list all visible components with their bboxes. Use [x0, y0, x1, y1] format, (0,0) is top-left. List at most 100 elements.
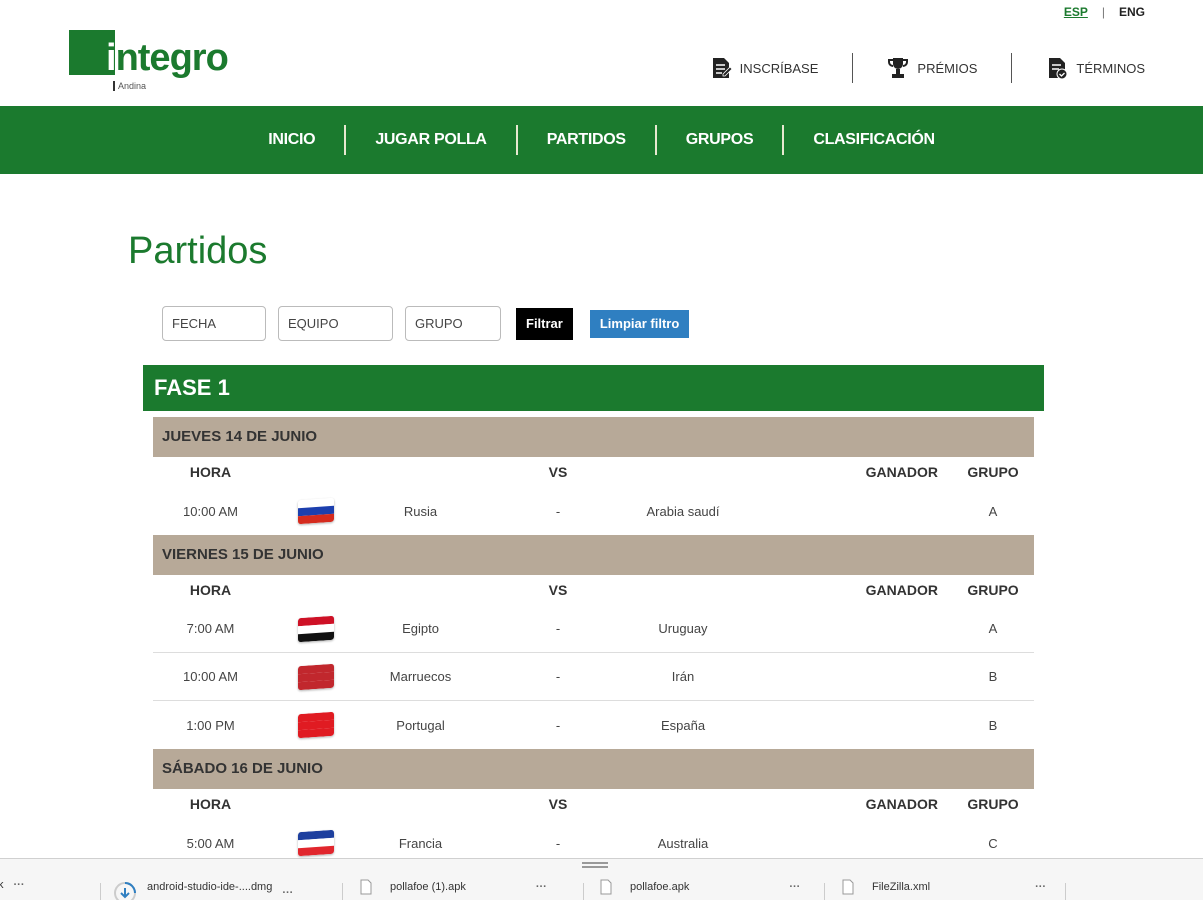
match-group: C	[988, 835, 998, 851]
util-label: INSCRÍBASE	[739, 60, 819, 76]
util-premios-link[interactable]: PRÉMIOS	[853, 56, 1011, 80]
nav-partidos[interactable]: PARTIDOS	[518, 131, 655, 149]
download-item[interactable]: FileZilla.xml ···	[842, 879, 1046, 895]
home-flag-icon	[297, 615, 334, 642]
filter-button[interactable]: Filtrar	[516, 307, 573, 340]
home-team: Rusia	[403, 503, 438, 519]
more-options-icon[interactable]: ···	[14, 879, 25, 891]
download-item[interactable]: pollafoe (1).apk ···	[360, 879, 547, 895]
home-flag-cell	[268, 663, 363, 690]
header-vs: VS	[548, 582, 568, 598]
header-hora: HORA	[189, 464, 232, 480]
util-label: TÉRMINOS	[1076, 60, 1145, 76]
download-bar: k ··· android-studio-ide-....dmg ··· pol…	[0, 858, 1203, 900]
equipo-input[interactable]	[278, 306, 393, 341]
header-hora: HORA	[189, 582, 232, 598]
home-team: Marruecos	[389, 669, 452, 684]
download-divider	[583, 883, 584, 900]
clear-filter-button[interactable]: Limpiar filtro	[589, 309, 690, 338]
column-headers: HORA VS GANADOR GRUPO	[153, 789, 1034, 819]
match-list: JUEVES 14 DE JUNIO HORA VS GANADOR GRUPO 10:0…	[153, 417, 1034, 867]
header-ganador: GANADOR	[865, 582, 938, 598]
match-separator: -	[555, 669, 561, 684]
away-team: España	[660, 717, 706, 733]
download-item[interactable]: android-studio-ide-....dmg ···	[113, 881, 293, 900]
file-icon	[360, 879, 372, 895]
away-team: Uruguay	[658, 621, 708, 636]
home-flag-cell	[268, 829, 363, 857]
main-nav: INICIO JUGAR POLLA PARTIDOS GRUPOS CLASI…	[0, 106, 1203, 174]
home-flag-icon	[297, 711, 334, 739]
home-team: Francia	[398, 835, 443, 851]
match-separator: -	[555, 835, 561, 851]
match-separator: -	[555, 503, 561, 519]
download-progress-icon	[114, 882, 136, 900]
logo-wordmark: integro	[106, 37, 229, 79]
header-grupo: GRUPO	[967, 582, 1019, 598]
download-divider	[342, 883, 343, 900]
match-row: 10:00 AM Marruecos - Irán B	[153, 653, 1034, 701]
match-time: 1:00 PM	[186, 717, 235, 733]
more-options-icon[interactable]: ···	[282, 887, 293, 899]
day-header: SÁBADO 16 DE JUNIO	[153, 749, 1034, 789]
header-grupo: GRUPO	[967, 796, 1019, 812]
file-icon	[600, 879, 612, 895]
filter-bar: Filtrar Limpiar filtro	[162, 306, 690, 341]
match-separator: -	[555, 621, 561, 636]
download-divider	[1065, 883, 1066, 900]
util-terminos-link[interactable]: TÉRMINOS	[1012, 56, 1145, 80]
home-flag-icon	[297, 663, 334, 690]
match-time: 10:00 AM	[183, 669, 238, 684]
phase-header: FASE 1	[143, 365, 1044, 411]
home-team: Portugal	[396, 717, 445, 733]
util-label: PRÉMIOS	[917, 60, 978, 76]
trophy-icon	[888, 58, 909, 78]
nav-jugar-polla[interactable]: JUGAR POLLA	[346, 131, 515, 149]
match-row: 7:00 AM Egipto - Uruguay A	[153, 605, 1034, 653]
header-vs: VS	[548, 464, 568, 480]
lang-esp-link[interactable]: ESP	[1064, 5, 1088, 19]
lang-eng-link[interactable]: ENG	[1119, 5, 1145, 19]
register-document-icon	[712, 58, 732, 78]
grupo-input[interactable]	[405, 306, 501, 341]
utility-nav: INSCRÍBASE PRÉMIOS TÉRMINOS	[676, 52, 1145, 84]
nav-clasificacion[interactable]: CLASIFICACIÓN	[784, 131, 963, 149]
resize-grip-icon[interactable]	[582, 862, 608, 868]
lang-separator: |	[1101, 5, 1105, 19]
match-row: 10:00 AM Rusia - Arabia saudí A	[153, 487, 1034, 535]
nav-inicio[interactable]: INICIO	[239, 131, 344, 149]
column-headers: HORA VS GANADOR GRUPO	[153, 575, 1034, 605]
download-divider	[100, 883, 101, 900]
away-team: Irán	[671, 669, 695, 684]
match-time: 7:00 AM	[186, 621, 235, 636]
header-ganador: GANADOR	[865, 464, 938, 480]
logo-subtitle: Andina	[113, 81, 146, 91]
download-item[interactable]: pollafoe.apk ···	[600, 879, 800, 895]
fecha-input[interactable]	[162, 306, 266, 341]
away-team: Australia	[657, 835, 709, 851]
integro-logo[interactable]: integro Andina	[69, 29, 239, 99]
header-grupo: GRUPO	[967, 464, 1019, 480]
download-item[interactable]: k ···	[0, 879, 25, 891]
download-divider	[824, 883, 825, 900]
nav-grupos[interactable]: GRUPOS	[657, 131, 783, 149]
home-flag-cell	[268, 497, 363, 525]
day-header: VIERNES 15 DE JUNIO	[153, 535, 1034, 575]
file-icon	[842, 879, 854, 895]
home-flag-cell	[268, 615, 363, 642]
language-switch: ESP | ENG	[1064, 5, 1145, 19]
home-flag-icon	[297, 497, 334, 525]
home-flag-icon	[297, 829, 334, 857]
more-options-icon[interactable]: ···	[789, 881, 800, 893]
terms-document-icon	[1049, 58, 1068, 80]
home-flag-cell	[268, 711, 363, 739]
header-vs: VS	[548, 796, 568, 812]
day-header: JUEVES 14 DE JUNIO	[153, 417, 1034, 457]
match-group: B	[988, 717, 998, 733]
match-group: A	[988, 621, 998, 636]
util-inscribase-link[interactable]: INSCRÍBASE	[676, 56, 853, 80]
page-title: Partidos	[128, 230, 268, 272]
more-options-icon[interactable]: ···	[536, 881, 547, 893]
more-options-icon[interactable]: ···	[1035, 881, 1046, 893]
home-team: Egipto	[402, 621, 439, 636]
